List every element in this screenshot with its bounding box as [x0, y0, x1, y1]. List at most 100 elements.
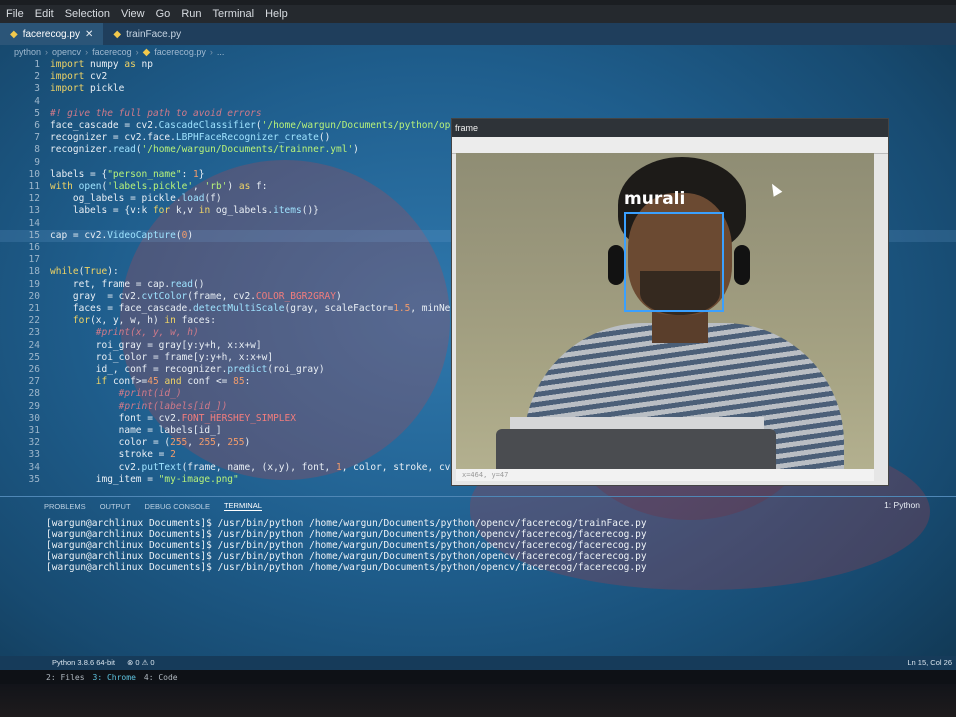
line-source: roi_gray = gray[y:y+h, x:x+w] [50, 339, 262, 351]
line-source: color = (255, 255, 255) [50, 437, 251, 449]
python-interpreter[interactable]: Python 3.8.6 64-bit [52, 658, 115, 667]
menubar: File Edit Selection View Go Run Terminal… [0, 5, 956, 23]
headphone-right [734, 245, 750, 285]
laptop [496, 429, 776, 469]
tab-debug-console[interactable]: DEBUG CONSOLE [145, 502, 210, 511]
terminal-output[interactable]: [wargun@archlinux Documents]$ /usr/bin/p… [46, 518, 647, 573]
laptop-lid [510, 417, 764, 429]
opencv-frame-window[interactable]: frame murali x=464, y=47 [451, 118, 889, 486]
line-source: labels = {"person_name": 1} [50, 168, 205, 180]
face-detection-box [624, 212, 724, 312]
line-source: og_labels = pickle.load(f) [50, 193, 222, 205]
cursor-position[interactable]: Ln 15, Col 26 [907, 658, 952, 667]
line-number: 6 [34, 120, 40, 131]
line-number: 2 [34, 71, 40, 83]
panel-tabs: PROBLEMS OUTPUT DEBUG CONSOLE TERMINAL [0, 496, 956, 515]
status-bar: Python 3.8.6 64-bit ⊗ 0 ⚠ 0 Ln 15, Col 2… [0, 656, 956, 670]
line-number: 17 [28, 254, 40, 266]
line-source: #print(id_) [118, 388, 182, 400]
line-source: #! give the full path to avoid errors [50, 107, 262, 119]
menu-selection[interactable]: Selection [65, 8, 110, 20]
line-source: cap = cv2.VideoCapture(0) [50, 229, 194, 241]
headphone-left [608, 245, 624, 285]
tab-label: trainFace.py [126, 28, 182, 40]
terminal-select[interactable]: 1: Python [884, 500, 920, 510]
line-source: roi_color = frame[y:y+h, x:x+w] [50, 351, 274, 363]
tab-problems[interactable]: PROBLEMS [44, 502, 86, 511]
terminal-line: [wargun@archlinux Documents]$ /usr/bin/p… [46, 518, 647, 529]
menu-view[interactable]: View [121, 8, 145, 20]
line-number: 25 [28, 351, 40, 363]
line-number: 21 [28, 303, 40, 314]
line-number: 34 [28, 461, 40, 473]
line-number: 3 [34, 83, 40, 95]
line-source: with open('labels.pickle', 'rb') as f: [50, 181, 268, 192]
line-number: 26 [28, 364, 40, 375]
line-source: stroke = 2 [50, 449, 176, 461]
mouse-cursor-icon [767, 181, 783, 197]
tab-trainface[interactable]: ◆ trainFace.py [103, 23, 191, 45]
window-toolbar [452, 137, 888, 154]
line-number: 33 [28, 449, 40, 461]
line-number: 12 [28, 193, 40, 205]
problems-count[interactable]: ⊗ 0 ⚠ 0 [127, 658, 155, 667]
menu-help[interactable]: Help [265, 8, 288, 20]
python-file-icon: ◆ [10, 28, 18, 40]
menu-edit[interactable]: Edit [35, 8, 54, 20]
window-manager-bar: 2: Files 3: Chrome 4: Code [0, 670, 956, 684]
python-file-icon: ◆ [113, 28, 122, 40]
editor-tab-bar: ◆ facerecog.py ✕ ◆ trainFace.py [0, 23, 956, 45]
workspace-item[interactable]: 3: Chrome [93, 673, 136, 682]
window-title: frame [455, 123, 479, 133]
line-source: if conf>=45 and conf <= 85: [95, 376, 251, 388]
line-source: cv2.putText(frame, name, (x,y), font, 1,… [50, 461, 462, 473]
line-source: import pickle [50, 83, 125, 95]
line-number: 15 [28, 229, 40, 241]
terminal-line: [wargun@archlinux Documents]$ /usr/bin/p… [46, 562, 647, 573]
line-number: 16 [28, 242, 40, 253]
line-source: #print(x, y, w, h) [95, 327, 199, 339]
line-source: recognizer.read('/home/wargun/Documents/… [50, 144, 359, 156]
workspace-item[interactable]: 2: Files [46, 673, 85, 682]
line-source: gray = cv2.cvtColor(frame, cv2.COLOR_BGR… [50, 290, 342, 302]
line-number: 22 [28, 315, 40, 327]
workspace-item[interactable]: 4: Code [144, 673, 178, 682]
tab-terminal[interactable]: TERMINAL [223, 501, 262, 511]
window-titlebar[interactable]: frame [452, 119, 888, 137]
line-number: 11 [28, 181, 40, 192]
line-source: font = cv2.FONT_HERSHEY_SIMPLEX [50, 412, 296, 424]
line-source: face_cascade = cv2.CascadeClassifier('/h… [50, 120, 468, 131]
menu-file[interactable]: File [6, 8, 24, 20]
line-number: 8 [34, 144, 40, 156]
line-source: import cv2 [50, 71, 108, 83]
tab-facerecog[interactable]: ◆ facerecog.py ✕ [0, 23, 104, 45]
line-number: 31 [28, 425, 40, 436]
detected-name-label: murali [624, 189, 686, 209]
webcam-feed: murali [456, 153, 874, 469]
line-source: faces = face_cascade.detectMultiScale(gr… [50, 303, 462, 314]
line-number: 23 [28, 327, 40, 339]
line-number: 10 [28, 168, 40, 180]
terminal-line: [wargun@archlinux Documents]$ /usr/bin/p… [46, 540, 647, 551]
menu-terminal[interactable]: Terminal [213, 8, 255, 20]
desktop-screen: File Edit Selection View Go Run Terminal… [0, 0, 956, 700]
line-source: img_item = "my-image.png" [50, 473, 239, 485]
line-number: 30 [28, 412, 40, 424]
line-source: for(x, y, w, h) in faces: [72, 315, 216, 327]
close-icon[interactable]: ✕ [85, 29, 93, 40]
line-source: while(True): [50, 266, 119, 278]
menu-go[interactable]: Go [156, 8, 171, 20]
line-number: 18 [28, 266, 40, 278]
line-number: 24 [28, 339, 40, 351]
line-source: import numpy as np [50, 59, 153, 70]
line-number: 32 [28, 437, 40, 449]
line-source: labels = {v:k for k,v in og_labels.items… [50, 205, 319, 217]
line-number: 35 [28, 473, 40, 485]
line-number: 14 [28, 217, 40, 229]
line-number: 19 [28, 278, 40, 290]
terminal-line: [wargun@archlinux Documents]$ /usr/bin/p… [46, 529, 647, 540]
menu-run[interactable]: Run [181, 8, 201, 20]
bottom-panel: PROBLEMS OUTPUT DEBUG CONSOLE TERMINAL 1… [0, 496, 956, 656]
tab-output[interactable]: OUTPUT [100, 502, 131, 511]
line-source: name = labels[id_] [50, 425, 222, 436]
